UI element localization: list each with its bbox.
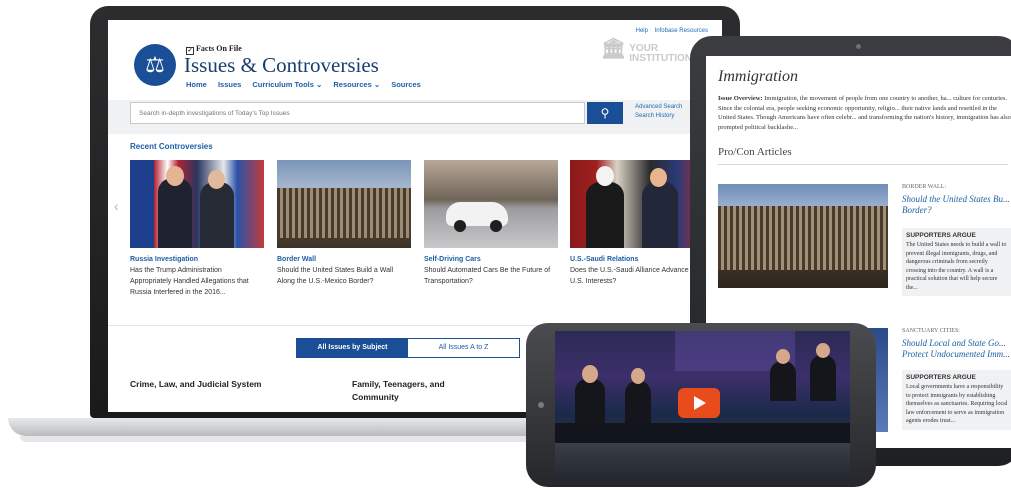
institution-building-icon: 🏛	[600, 38, 627, 60]
card-russia-investigation[interactable]: Russia Investigation Has the Trump Admin…	[130, 160, 264, 298]
card-border-wall[interactable]: Border Wall Should the United States Bui…	[277, 160, 411, 287]
card-image[interactable]	[570, 160, 704, 248]
advanced-search-link[interactable]: Advanced Search	[635, 103, 682, 112]
main-nav: Home Issues Curriculum Tools ⌄ Resources…	[186, 80, 430, 89]
article-category: BORDER WALL:	[902, 184, 947, 190]
card-description: Should the United States Build a Wall Al…	[277, 267, 394, 285]
card-title[interactable]: U.S.-Saudi Relations	[570, 256, 704, 263]
box-text: The United States needs to build a wall …	[906, 242, 1007, 291]
card-title[interactable]: Russia Investigation	[130, 256, 264, 263]
card-title[interactable]: Border Wall	[277, 256, 411, 263]
laptop-base	[8, 418, 548, 436]
box-heading: SUPPORTERS ARGUE	[906, 232, 976, 239]
phone-camera	[538, 402, 544, 408]
issues-tab-group: All Issues by Subject All Issues A to Z	[296, 338, 520, 358]
article-question-link[interactable]: Should the United States Bu... Border?	[902, 194, 1011, 216]
search-input[interactable]	[130, 102, 585, 124]
card-title[interactable]: Self-Driving Cars	[424, 256, 558, 263]
box-heading: SUPPORTERS ARGUE	[906, 374, 976, 381]
box-text: Local governments have a responsibility …	[906, 384, 1008, 424]
carousel-prev-icon[interactable]: ‹	[114, 198, 119, 214]
search-links: Advanced Search Search History	[635, 103, 682, 121]
institution-logo: 🏛 YOUR INSTITUTION	[600, 38, 692, 64]
issue-heading: Immigration	[718, 68, 798, 85]
play-button[interactable]	[678, 388, 720, 418]
nav-resources[interactable]: Resources ⌄	[333, 80, 380, 89]
card-description: Does the U.S.-Saudi Alliance Advance U.S…	[570, 267, 689, 285]
article-image-border-wall[interactable]	[718, 184, 888, 288]
card-description: Has the Trump Administration Appropriate…	[130, 267, 249, 296]
tab-all-issues-by-subject[interactable]: All Issues by Subject	[297, 339, 408, 357]
article-question-link[interactable]: Should Local and State Go... Protect Und…	[902, 338, 1011, 360]
card-self-driving-cars[interactable]: Self-Driving Cars Should Automated Cars …	[424, 160, 558, 287]
nav-sources[interactable]: Sources	[391, 80, 421, 89]
news-desk	[555, 423, 850, 443]
nav-home[interactable]: Home	[186, 80, 207, 89]
scales-logo-icon[interactable]: ⚖	[134, 44, 176, 86]
play-icon	[694, 396, 706, 410]
article-category: SANCTUARY CITIES:	[902, 328, 960, 334]
recent-controversies-heading: Recent Controversies	[130, 142, 213, 151]
issue-overview: Issue Overview: Immigration, the movemen…	[718, 95, 1011, 131]
laptop-shadow	[20, 436, 540, 442]
help-link[interactable]: Help	[636, 28, 648, 34]
tab-all-issues-a-to-z[interactable]: All Issues A to Z	[408, 339, 519, 357]
search-icon: ⚲	[600, 106, 610, 120]
nav-curriculum-tools[interactable]: Curriculum Tools ⌄	[252, 80, 322, 89]
subject-crime-law[interactable]: Crime, Law, and Judicial System	[130, 378, 270, 391]
supporters-argue-box: SUPPORTERS ARGUE Local governments have …	[902, 370, 1011, 430]
card-image[interactable]	[130, 160, 264, 248]
card-us-saudi-relations[interactable]: U.S.-Saudi Relations Does the U.S.-Saudi…	[570, 160, 704, 287]
procon-heading: Pro/Con Articles	[718, 146, 792, 158]
subject-family-teenagers[interactable]: Family, Teenagers, and Community	[352, 378, 482, 404]
divider	[718, 164, 1008, 165]
search-history-link[interactable]: Search History	[635, 112, 682, 121]
card-description: Should Automated Cars Be the Future of T…	[424, 267, 551, 285]
site-title[interactable]: Issues & Controversies	[184, 53, 379, 78]
infobase-resources-link[interactable]: Infobase Resources	[655, 28, 708, 34]
nav-issues[interactable]: Issues	[218, 80, 241, 89]
studio-floor	[555, 443, 850, 481]
card-image[interactable]	[277, 160, 411, 248]
supporters-argue-box: SUPPORTERS ARGUE The United States needs…	[902, 228, 1011, 296]
tablet-camera	[856, 44, 861, 49]
card-image[interactable]	[424, 160, 558, 248]
search-button[interactable]: ⚲	[587, 102, 623, 124]
top-links: Help Infobase Resources	[631, 28, 708, 34]
